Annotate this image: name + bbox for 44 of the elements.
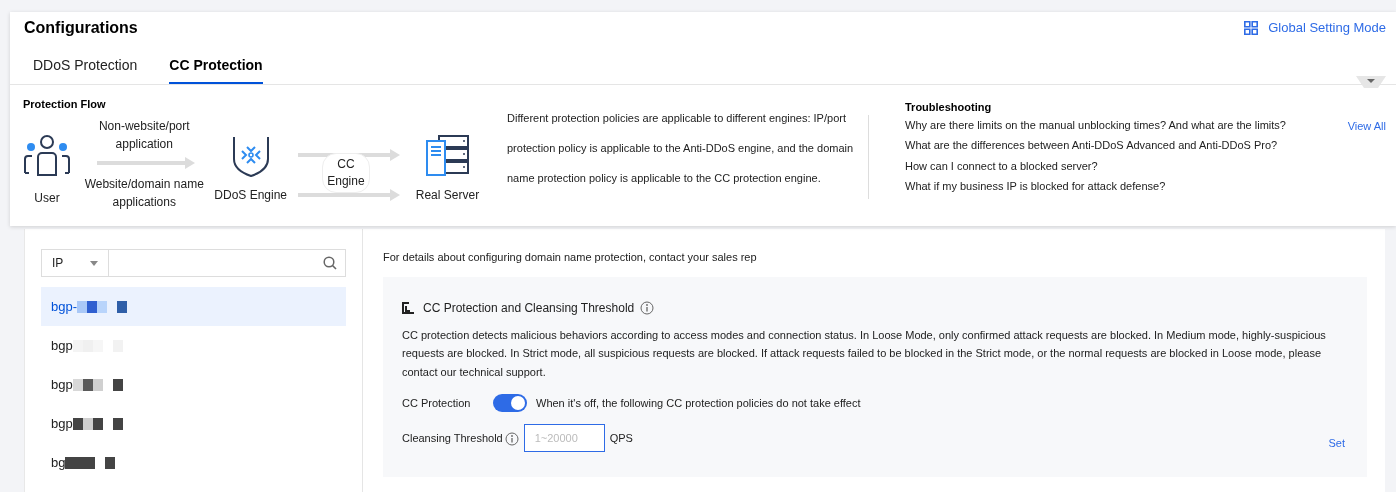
faq-link[interactable]: What are the differences between Anti-DDoS Advanced and Anti-DDoS Pro? xyxy=(905,135,1286,156)
threshold-input[interactable]: 1~20000 xyxy=(523,424,605,452)
search-icon xyxy=(323,256,337,270)
faq-link[interactable]: How can I connect to a blocked server? xyxy=(905,155,1286,176)
flow-label: Non-website/port application xyxy=(97,117,191,153)
tab[interactable]: CC Protection xyxy=(169,55,263,84)
view-all-link[interactable]: View All xyxy=(1347,117,1386,134)
flow-label: User xyxy=(34,189,60,207)
resource-item[interactable]: bgp- xyxy=(41,287,346,326)
ip-select[interactable]: IP xyxy=(41,249,109,277)
flow-label: Website/domain name applications xyxy=(84,175,205,211)
search-field[interactable] xyxy=(109,249,346,277)
resource-item[interactable]: bgp xyxy=(41,326,346,365)
resource-item[interactable]: bgp xyxy=(41,404,346,443)
flow-description: Different protection policies are applicable to different engines: IP/port protection policy is applicable to the Anti-DDoS engine, and the domain name protection policy is applicable to the CC protection engine. xyxy=(507,111,855,186)
hint-text: When it's off, the following CC protection policies do not take effect xyxy=(536,395,861,411)
page-title: Configurations xyxy=(24,18,138,38)
section-title: CC Protection and Cleansing Threshold xyxy=(423,299,635,317)
field-label: CC Protection xyxy=(402,395,472,411)
cc-description: CC protection detects malicious behaviors according to access modes and connection status. In Loose Mode, only confirmed attack requests are blocked. In Medium mode, highly-suspicious requests are blocked. In Strict mode, all suspicious requests are blocked. If attack requests failed to be blocked in the Strict mode, or the normal requests are blocked in Loose mode, please contact our technical support. xyxy=(402,327,1327,380)
section-title: Troubleshooting xyxy=(905,100,992,115)
notice-text: For details about configuring domain name protection, contact your sales rep xyxy=(383,250,758,265)
info-icon xyxy=(504,431,519,446)
info-icon xyxy=(640,300,655,315)
global-setting-mode-link[interactable]: Global Setting Mode xyxy=(1244,18,1386,38)
faq-link[interactable]: What if my business IP is blocked for attack defense? xyxy=(905,176,1286,197)
faq-link[interactable]: Why are there limits on the manual unblocking times? And what are the limits? xyxy=(905,114,1286,135)
grid-icon xyxy=(1244,20,1259,35)
resource-item[interactable]: bgp xyxy=(41,365,346,404)
resource-item[interactable]: bg xyxy=(41,443,346,482)
caret-icon xyxy=(90,260,98,266)
flow-label: DDoS Engine xyxy=(214,186,288,204)
server-icon xyxy=(425,134,470,177)
toggle-switch[interactable] xyxy=(493,394,527,412)
section-icon xyxy=(402,301,415,314)
field-label: Cleansing Threshold xyxy=(402,430,503,446)
flow-label: Real Server xyxy=(415,186,480,204)
users-icon xyxy=(23,132,71,177)
set-link[interactable]: Set xyxy=(1328,434,1345,452)
unit-label: QPS xyxy=(609,430,633,446)
section-title: Protection Flow xyxy=(23,97,107,112)
tab[interactable]: DDoS Protection xyxy=(33,55,138,84)
shield-icon xyxy=(231,134,270,177)
cc-engine-label: CC Engine xyxy=(321,152,370,193)
